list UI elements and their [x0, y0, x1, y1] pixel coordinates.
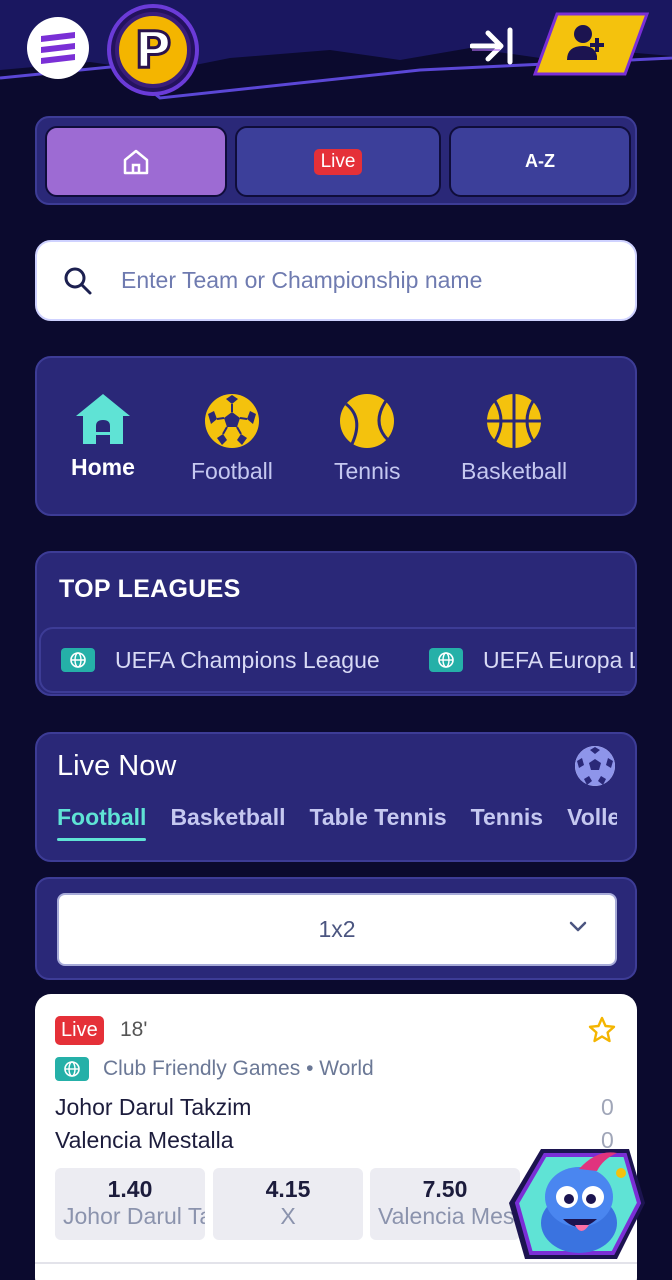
live-badge: Live	[55, 1016, 104, 1045]
market-select[interactable]: 1x2	[57, 893, 617, 966]
mascot-chat-button[interactable]	[505, 1145, 647, 1263]
sport-football[interactable]: Football	[191, 392, 273, 485]
market-selected-value: 1x2	[318, 916, 356, 942]
odd-label: X	[280, 1203, 296, 1229]
odd-value: 7.50	[422, 1176, 468, 1202]
top-header: P	[0, 0, 672, 105]
sport-label-football: Football	[191, 458, 273, 484]
live-sport-tabs[interactable]: Football Basketball Table Tennis Tennis Voll…	[57, 804, 617, 848]
competition-name: Club Friendly Games • World	[103, 1057, 374, 1080]
match-minute: 18'	[120, 1018, 148, 1041]
live-badge: Live	[313, 148, 363, 175]
sport-tennis[interactable]: Tennis	[334, 392, 400, 485]
odd-label: Valencia Mestalla	[378, 1203, 520, 1229]
competition-info: Club Friendly Games • World	[55, 1057, 374, 1081]
sport-label-home: Home	[71, 454, 135, 480]
sport-home[interactable]: Home	[71, 392, 135, 481]
main-nav-tabs: Live A-Z	[35, 116, 637, 205]
sports-menu: Home Football Tennis Basketball	[35, 356, 637, 516]
favorite-star-icon[interactable]	[588, 1016, 616, 1044]
live-now-panel: Live Now Football Basketball Table Tennis T…	[35, 732, 637, 862]
live-tab-tennis[interactable]: Tennis	[471, 804, 543, 841]
menu-button[interactable]	[27, 17, 89, 79]
sport-basketball[interactable]: Basketball	[461, 392, 567, 485]
tab-a-z[interactable]: A-Z	[449, 126, 631, 197]
team-home: Johor Darul Takzim	[55, 1094, 252, 1120]
globe-icon	[61, 648, 95, 672]
market-panel: 1x2	[35, 877, 637, 980]
live-now-title: Live Now	[57, 750, 177, 782]
sport-label-basketball: Basketball	[461, 458, 568, 484]
odd-button-away[interactable]: 7.50 Valencia Mestalla	[370, 1168, 520, 1240]
hamburger-menu-icon	[41, 32, 75, 64]
sport-label-tennis: Tennis	[334, 458, 401, 484]
live-tab-basketball[interactable]: Basketball	[170, 804, 285, 841]
tennis-ball-icon	[340, 394, 395, 448]
league-name: UEFA Europa League	[483, 646, 635, 673]
basketball-icon	[487, 394, 542, 448]
chevron-down-icon	[569, 921, 587, 932]
register-button[interactable]	[533, 12, 649, 76]
football-icon	[204, 394, 259, 448]
brand-logo[interactable]: P	[107, 4, 199, 96]
football-icon	[575, 746, 615, 786]
score-home: 0	[601, 1094, 614, 1120]
team-away: Valencia Mestalla	[55, 1127, 234, 1153]
odd-label: Johor Darul Takzim	[63, 1203, 205, 1229]
home-icon	[123, 149, 149, 174]
live-tab-volleyball[interactable]: Volleyball	[567, 804, 617, 841]
logo-letter: P	[115, 12, 191, 88]
globe-icon	[55, 1057, 89, 1081]
search-bar	[35, 240, 637, 321]
odd-button-draw[interactable]: 4.15 X	[213, 1168, 363, 1240]
leagues-scroller[interactable]: UEFA Champions League UEFA Europa League	[39, 627, 635, 693]
search-input[interactable]	[121, 267, 621, 294]
tab-home[interactable]	[45, 126, 227, 197]
league-item[interactable]: UEFA Champions League	[61, 629, 380, 691]
tab-live[interactable]: Live	[235, 126, 441, 197]
login-arrow-icon[interactable]	[470, 26, 516, 66]
globe-icon	[429, 648, 463, 672]
top-leagues-panel: TOP LEAGUES UEFA Champions League UEFA E…	[35, 551, 637, 696]
odd-value: 4.15	[265, 1176, 311, 1202]
search-icon	[64, 267, 92, 294]
live-tab-football[interactable]: Football	[57, 804, 147, 841]
league-item[interactable]: UEFA Europa League	[429, 629, 635, 691]
top-leagues-title: TOP LEAGUES	[59, 575, 241, 603]
live-tab-table-tennis[interactable]: Table Tennis	[310, 804, 447, 841]
league-name: UEFA Champions League	[115, 646, 380, 673]
home-icon	[75, 394, 130, 444]
odd-value: 1.40	[107, 1176, 153, 1202]
odd-button-home[interactable]: 1.40 Johor Darul Takzim	[55, 1168, 205, 1240]
